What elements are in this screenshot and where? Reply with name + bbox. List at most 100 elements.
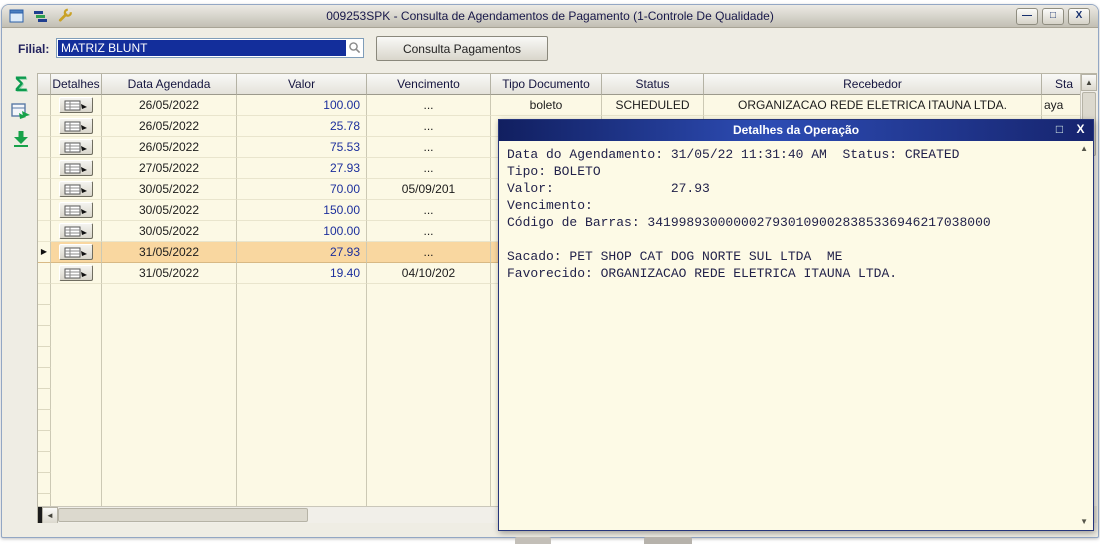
details-button[interactable] xyxy=(59,181,93,197)
details-cell xyxy=(51,200,102,221)
details-button[interactable] xyxy=(59,139,93,155)
cell-vencimento: ... xyxy=(367,116,491,137)
titlebar-icons xyxy=(9,8,73,28)
row-indicator xyxy=(38,116,51,137)
cell-valor: 150.00 xyxy=(237,200,367,221)
popup-content: Data do Agendamento: 31/05/22 11:31:40 A… xyxy=(507,146,1070,525)
column-header-status[interactable]: Status xyxy=(602,74,704,95)
row-indicator-header xyxy=(38,74,51,95)
cell-vencimento: 04/10/202 xyxy=(367,263,491,284)
cell-data-agendada: 30/05/2022 xyxy=(102,200,237,221)
popup-text-line: Favorecido: ORGANIZACAO REDE ELETRICA IT… xyxy=(507,266,898,281)
popup-text-line: Valor: 27.93 xyxy=(507,181,710,196)
row-indicator xyxy=(38,263,51,284)
popup-text-line: Sacado: PET SHOP CAT DOG NORTE SUL LTDA … xyxy=(507,249,843,264)
details-button[interactable] xyxy=(59,223,93,239)
popup-text-line: Código de Barras: 3419989300000027930109… xyxy=(507,215,991,230)
cell-valor: 27.93 xyxy=(237,242,367,263)
popup-maximize-button[interactable]: □ xyxy=(1052,122,1067,137)
row-indicator xyxy=(38,431,51,452)
column-header-valor[interactable]: Valor xyxy=(237,74,367,95)
cell-data-agendada: 31/05/2022 xyxy=(102,263,237,284)
cell-data-agendada: 30/05/2022 xyxy=(102,179,237,200)
details-button[interactable] xyxy=(59,160,93,176)
details-cell xyxy=(51,95,102,116)
detalhes-popup: Detalhes da Operação □ X Data do Agendam… xyxy=(498,119,1094,531)
cell-valor: 70.00 xyxy=(237,179,367,200)
cell-data-agendada: 27/05/2022 xyxy=(102,158,237,179)
cell-valor: 27.93 xyxy=(237,158,367,179)
row-indicator xyxy=(38,200,51,221)
popup-text-line xyxy=(507,231,1070,248)
main-window: 009253SPK - Consulta de Agendamentos de … xyxy=(1,4,1099,538)
table-row[interactable]: 26/05/2022 100.00... boleto SCHEDULED ORGANI… xyxy=(38,95,1097,116)
row-indicator: ▶ xyxy=(38,242,51,263)
details-cell xyxy=(51,116,102,137)
row-indicator xyxy=(38,452,51,473)
minimize-button[interactable]: — xyxy=(1016,8,1038,25)
window-title: 009253SPK - Consulta de Agendamentos de … xyxy=(326,9,774,23)
column-header-sta[interactable]: Sta xyxy=(1042,74,1085,95)
grid-header: Detalhes Data Agendada Valor Vencimento Tipo… xyxy=(38,74,1097,95)
cell-vencimento: ... xyxy=(367,200,491,221)
horizontal-scrollbar-thumb[interactable] xyxy=(58,508,308,522)
layers-icon xyxy=(33,9,48,28)
column-header-detalhes[interactable]: Detalhes xyxy=(51,74,102,95)
popup-scroll-down-icon[interactable]: ▼ xyxy=(1080,517,1088,526)
row-indicator xyxy=(38,284,51,305)
cell-vencimento: ... xyxy=(367,158,491,179)
row-indicator xyxy=(38,389,51,410)
background-window-fragment xyxy=(515,537,551,544)
column-header-tipo-documento[interactable]: Tipo Documento xyxy=(491,74,602,95)
filial-value: MATRIZ BLUNT xyxy=(58,40,346,56)
row-indicator xyxy=(38,179,51,200)
row-indicator xyxy=(38,221,51,242)
consulta-pagamentos-button[interactable]: Consulta Pagamentos xyxy=(376,36,548,61)
scroll-up-icon[interactable]: ▲ xyxy=(1081,74,1097,91)
cell-data-agendada: 26/05/2022 xyxy=(102,116,237,137)
details-button[interactable] xyxy=(59,202,93,218)
row-indicator xyxy=(38,326,51,347)
cell-data-agendada: 30/05/2022 xyxy=(102,221,237,242)
window-controls: — □ X xyxy=(1016,8,1090,25)
maximize-button[interactable]: □ xyxy=(1042,8,1064,25)
popup-text-line: Data do Agendamento: 31/05/22 11:31:40 A… xyxy=(507,147,960,162)
cell-vencimento: ... xyxy=(367,95,491,116)
details-button[interactable] xyxy=(59,97,93,113)
scroll-left-icon[interactable]: ◄ xyxy=(42,507,58,523)
cell-vencimento: ... xyxy=(367,242,491,263)
sigma-totals-icon[interactable]: Σ xyxy=(9,73,33,97)
export-grid-icon[interactable] xyxy=(9,101,33,125)
column-header-recebedor[interactable]: Recebedor xyxy=(704,74,1042,95)
details-button[interactable] xyxy=(59,244,93,260)
cell-recebedor: ORGANIZACAO REDE ELETRICA ITAUNA LTDA. xyxy=(704,95,1042,116)
column-header-vencimento[interactable]: Vencimento xyxy=(367,74,491,95)
details-cell xyxy=(51,179,102,200)
titlebar[interactable]: 009253SPK - Consulta de Agendamentos de … xyxy=(2,5,1098,28)
row-indicator xyxy=(38,494,51,506)
popup-close-button[interactable]: X xyxy=(1073,122,1088,137)
details-button[interactable] xyxy=(59,265,93,281)
close-button[interactable]: X xyxy=(1068,8,1090,25)
cell-valor: 100.00 xyxy=(237,221,367,242)
popup-controls: □ X xyxy=(1052,122,1088,137)
filial-input[interactable]: MATRIZ BLUNT xyxy=(56,38,364,58)
popup-scroll-up-icon[interactable]: ▲ xyxy=(1080,144,1088,153)
popup-body: Data do Agendamento: 31/05/22 11:31:40 A… xyxy=(500,141,1092,529)
cell-valor: 100.00 xyxy=(237,95,367,116)
cell-vencimento: ... xyxy=(367,137,491,158)
cell-valor: 25.78 xyxy=(237,116,367,137)
row-indicator xyxy=(38,95,51,116)
popup-titlebar[interactable]: Detalhes da Operação □ X xyxy=(499,120,1093,141)
toolbar: Filial: MATRIZ BLUNT Consulta Pagamentos xyxy=(2,28,1098,68)
form-icon xyxy=(9,9,24,28)
row-indicator xyxy=(38,137,51,158)
details-cell xyxy=(51,137,102,158)
column-header-data-agendada[interactable]: Data Agendada xyxy=(102,74,237,95)
row-indicator xyxy=(38,305,51,326)
search-icon[interactable] xyxy=(348,41,362,55)
details-button[interactable] xyxy=(59,118,93,134)
cell-tipo-documento: boleto xyxy=(491,95,602,116)
cell-vencimento: 05/09/201 xyxy=(367,179,491,200)
download-arrow-icon[interactable] xyxy=(9,129,33,153)
